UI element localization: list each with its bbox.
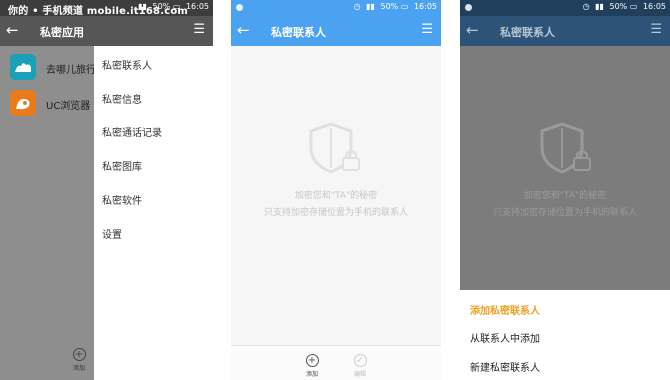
page-title: 私密应用 [40,26,84,39]
page-title: 私密联系人 [500,26,555,39]
sheet-title: 添加私密联系人 [470,306,540,317]
status-bar: ◷ ▮▮ 50% ▭ 16:05 [231,0,441,16]
check-icon: ✓ [353,354,367,367]
status-time: 16:05 [642,2,666,11]
notification-dot-icon [465,4,472,11]
status-time: 16:05 [185,2,209,11]
uc-squirrel-icon [10,90,36,116]
battery-level: 50% [152,2,171,11]
battery-level: 50% [609,2,628,11]
menu-icon: ☰ [650,22,662,37]
new-private-contact-option[interactable]: 新建私密联系人 [470,359,540,374]
side-drawer: 私密联系人 私密信息 私密通话记录 私密图库 私密软件 设置 [94,46,213,380]
drawer-item-settings[interactable]: 设置 [102,226,122,241]
app-name: 去哪儿旅行 [46,65,96,76]
bottom-sheet: 添加私密联系人 从联系人中添加 新建私密联系人 [460,290,670,380]
alarm-icon: ◷ [582,2,590,11]
app-name: UC浏览器 [46,101,91,112]
back-arrow-icon[interactable]: ← [6,21,19,39]
status-right: ▮▮ 50% ▭ 16:05 [138,2,209,11]
shield-lock-icon [309,122,360,174]
drawer-item-apps[interactable]: 私密软件 [102,192,142,207]
dim-overlay[interactable]: ◷ ▮▮ 50% ▭ 16:05 ← 私密联系人 ☰ 加密您和"TA"的秘密 只… [460,0,670,290]
back-arrow-icon: ← [466,21,479,39]
empty-hint-title: 加密您和"TA"的秘密 [294,191,378,201]
drawer-item-messages[interactable]: 私密信息 [102,91,142,106]
menu-icon[interactable]: ☰ [421,23,433,37]
add-from-contacts-option[interactable]: 从联系人中添加 [470,330,540,345]
add-button[interactable]: + 添加 [300,354,324,378]
private-apps-screen: 你的 • 手机频道 mobile.it168.com ▮▮ 50% ▭ 16:0… [0,0,213,380]
status-right: ◷ ▮▮ 50% ▭ 16:05 [354,2,437,11]
signal-icon: ▮▮ [138,2,147,11]
qunar-camel-icon [10,54,36,80]
battery-icon: ▭ [172,2,181,11]
private-contacts-screen: ◷ ▮▮ 50% ▭ 16:05 ← 私密联系人 ☰ 加密您和"TA"的秘密 只… [231,0,441,380]
add-button[interactable]: + 添加 [68,348,90,372]
signal-icon: ▮▮ [595,2,604,11]
battery-icon: ▭ [400,2,409,11]
title-bar: ← 私密联系人 ☰ [460,16,670,46]
page-title: 私密联系人 [271,26,326,39]
signal-icon: ▮▮ [366,2,375,11]
empty-hint-subtitle: 只支持加密存储位置为手机的联系人 [492,208,637,218]
title-bar: ← 私密联系人 ☰ [231,16,441,46]
plus-icon: + [305,354,319,367]
back-arrow-icon[interactable]: ← [237,21,250,39]
empty-hint-subtitle: 只支持加密存储位置为手机的联系人 [263,208,408,218]
add-label: 添加 [72,365,85,372]
add-contact-sheet-screen: ◷ ▮▮ 50% ▭ 16:05 ← 私密联系人 ☰ 加密您和"TA"的秘密 只… [460,0,670,380]
bottom-toolbar: + 添加 ✓ 编辑 [231,345,441,380]
edit-label: 编辑 [353,371,366,378]
edit-button[interactable]: ✓ 编辑 [348,354,372,378]
app-item-qunar[interactable]: 去哪儿旅行 [0,50,100,84]
status-time: 16:05 [413,2,437,11]
empty-hint-title: 加密您和"TA"的秘密 [523,191,607,201]
status-right: ◷ ▮▮ 50% ▭ 16:05 [583,2,666,11]
status-bar: ◷ ▮▮ 50% ▭ 16:05 [460,0,670,16]
alarm-icon: ◷ [353,2,361,11]
app-item-uc[interactable]: UC浏览器 [0,86,100,120]
title-bar: ← 私密应用 ☰ [0,16,213,46]
status-bar: 你的 • 手机频道 mobile.it168.com ▮▮ 50% ▭ 16:0… [0,0,213,17]
menu-icon[interactable]: ☰ [193,23,205,37]
drawer-item-gallery[interactable]: 私密图库 [102,158,142,173]
drawer-item-contacts[interactable]: 私密联系人 [102,57,152,72]
battery-icon: ▭ [629,2,638,11]
plus-icon: + [72,348,86,361]
shield-lock-icon [540,122,591,174]
notification-dot-icon [236,4,243,11]
add-label: 添加 [305,371,318,378]
battery-level: 50% [380,2,399,11]
drawer-item-call-log[interactable]: 私密通话记录 [102,124,162,139]
